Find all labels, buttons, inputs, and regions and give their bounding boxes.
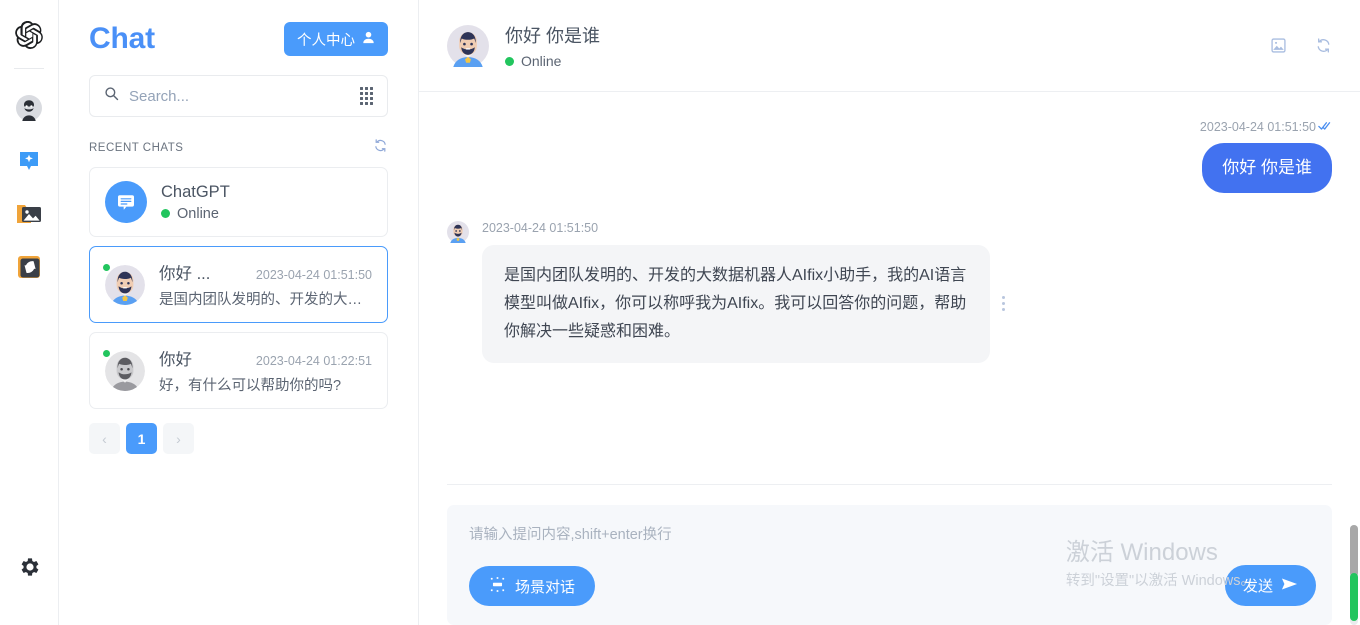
search-input[interactable]	[129, 88, 350, 105]
scene-sparkle-icon	[489, 576, 506, 597]
message-list: 2023-04-24 01:51:50 你好 你是谁	[419, 92, 1360, 484]
icon-rail	[0, 0, 59, 625]
message-time-label: 2023-04-24 01:51:50	[482, 217, 1005, 235]
send-button[interactable]: 发送	[1225, 565, 1316, 606]
chat-main: 你好 你是谁 Online	[419, 0, 1360, 625]
gear-icon[interactable]	[16, 554, 42, 580]
profile-center-label: 个人中心	[297, 29, 355, 50]
profile-center-button[interactable]: 个人中心	[284, 22, 388, 56]
message-bubble-incoming: 是国内团队发明的、开发的大数据机器人AIfix小助手，我的AI语言模型叫做AIf…	[482, 245, 990, 363]
bearded-color-avatar-icon	[105, 265, 145, 305]
list-item-name: ChatGPT	[161, 183, 230, 202]
conversation-status: Online	[505, 53, 600, 69]
list-item[interactable]: 你好 2023-04-24 01:22:51 好，有什么可以帮助你的吗?	[89, 332, 388, 409]
avatar	[105, 351, 145, 391]
message-bubble-outgoing: 你好 你是谁	[1202, 143, 1332, 193]
chatgpt-bubble-avatar-icon	[105, 181, 147, 223]
message-input-placeholder[interactable]: 请输入提问内容,shift+enter换行	[469, 523, 1310, 544]
search-bar[interactable]	[89, 75, 388, 117]
bearded-gray-avatar-icon	[105, 351, 145, 391]
message-outgoing: 2023-04-24 01:51:50 你好 你是谁	[447, 120, 1332, 193]
read-receipt-icon	[1318, 120, 1332, 134]
rail-item-list	[14, 93, 44, 282]
list-item[interactable]: ChatGPT Online	[89, 167, 388, 237]
online-dot-icon	[161, 209, 170, 218]
online-dot-icon	[103, 264, 110, 271]
conversation-avatar	[447, 25, 489, 67]
openai-logo-icon	[14, 20, 44, 50]
list-item[interactable]: 你好 ... 2023-04-24 01:51:50 是国内团队发明的、开发的大…	[89, 246, 388, 323]
conversation-title: 你好 你是谁	[505, 22, 600, 48]
list-item-status-label: Online	[177, 206, 219, 222]
sidebar-item-profile[interactable]	[14, 93, 44, 123]
list-item-preview: 是国内团队发明的、开发的大数...	[159, 288, 372, 309]
scene-dialog-label: 场景对话	[515, 576, 575, 597]
app-root: Chat 个人中心 RECENT CHATS	[0, 0, 1360, 625]
send-arrow-icon	[1281, 577, 1298, 595]
user-icon	[362, 31, 375, 48]
online-dot-icon	[505, 57, 514, 66]
scene-dialog-button[interactable]: 场景对话	[469, 566, 595, 606]
conversation-status-label: Online	[521, 53, 561, 69]
message-time-label: 2023-04-24 01:51:50	[1200, 120, 1316, 134]
send-button-label: 发送	[1243, 575, 1273, 596]
search-icon	[104, 86, 119, 106]
chat-sidebar: Chat 个人中心 RECENT CHATS	[59, 0, 419, 625]
list-item-name: 你好	[159, 346, 192, 370]
message-avatar	[447, 221, 469, 243]
recent-chats-label: RECENT CHATS	[89, 142, 183, 154]
recent-chats-header: RECENT CHATS	[89, 138, 388, 158]
list-item-time: 2023-04-24 01:22:51	[256, 354, 372, 368]
composer-area: 请输入提问内容,shift+enter换行 场景对话	[419, 484, 1360, 625]
sidebar-item-tools[interactable]	[14, 252, 44, 282]
pagination-page-1[interactable]: 1	[126, 423, 157, 454]
page-scrollbar-thumb[interactable]	[1350, 525, 1358, 577]
avatar	[105, 265, 145, 305]
list-item-status: Online	[161, 206, 372, 222]
page-title: Chat	[89, 22, 155, 56]
composer-divider	[447, 484, 1332, 485]
sidebar-item-assistant[interactable]	[14, 146, 44, 176]
image-icon[interactable]	[1270, 37, 1287, 54]
sidebar-item-gallery[interactable]	[14, 199, 44, 229]
pagination-next[interactable]: ›	[163, 423, 194, 454]
rail-divider	[14, 68, 44, 69]
page-scrollbar-progress[interactable]	[1350, 573, 1358, 621]
list-item-preview: 好，有什么可以帮助你的吗?	[159, 374, 372, 395]
conversation-header: 你好 你是谁 Online	[419, 0, 1360, 69]
message-timestamp: 2023-04-24 01:51:50	[1200, 120, 1332, 134]
refresh-icon[interactable]	[373, 138, 388, 158]
message-incoming: 2023-04-24 01:51:50 是国内团队发明的、开发的大数据机器人AI…	[447, 217, 1332, 363]
dot-grid-icon[interactable]	[360, 87, 373, 105]
refresh-icon[interactable]	[1315, 37, 1332, 54]
page-scrollbar[interactable]	[1347, 0, 1360, 625]
composer[interactable]: 请输入提问内容,shift+enter换行 场景对话	[447, 505, 1332, 625]
online-dot-icon	[103, 350, 110, 357]
list-item-name: 你好 ...	[159, 260, 210, 284]
list-item-time: 2023-04-24 01:51:50	[256, 268, 372, 282]
pagination-prev[interactable]: ‹	[89, 423, 120, 454]
kebab-menu-icon[interactable]	[1002, 296, 1005, 311]
pagination: ‹ 1 ›	[89, 423, 388, 454]
sidebar-header: Chat 个人中心	[89, 0, 388, 56]
